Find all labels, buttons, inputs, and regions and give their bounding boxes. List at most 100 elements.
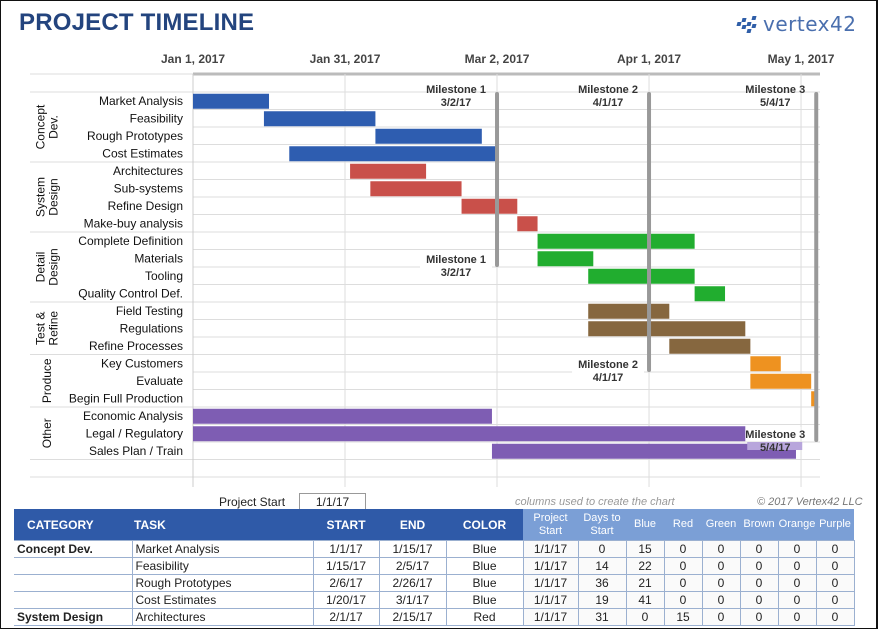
cell-project-start[interactable]: 1/1/17 [522,574,579,592]
category-label: Produce [40,358,54,403]
cell-task[interactable]: Architectures [131,608,314,626]
cell-project-start[interactable]: 1/1/17 [522,557,579,575]
category-label: Detail [34,252,48,283]
cell-green[interactable]: 0 [701,608,741,626]
task-label: Market Analysis [99,94,183,108]
milestone-label: Milestone 1 [426,84,486,96]
cell-days-to-start[interactable]: 31 [577,608,627,626]
gantt-bar [370,181,462,197]
cell-task[interactable]: Rough Prototypes [131,574,314,592]
cell-orange[interactable]: 0 [777,608,817,626]
table-row: Cost Estimates 1/20/17 3/1/17 Blue 1/1/17 19 4… [14,591,855,609]
task-label: Refine Design [108,199,183,213]
cell-project-start[interactable]: 1/1/17 [522,608,579,626]
cell-days-to-start[interactable]: 19 [577,591,627,609]
cell-color[interactable]: Blue [445,591,524,609]
cell-red[interactable]: 0 [663,557,703,575]
milestone-date: 5/4/17 [760,442,791,454]
cell-color[interactable]: Red [445,608,524,626]
milestone-label: Milestone 3 [745,429,805,441]
cell-days-to-start[interactable]: 0 [577,540,627,558]
task-table: CATEGORY TASK START END COLOR Project Sta… [14,509,855,626]
cell-category[interactable] [14,591,133,609]
cell-green[interactable]: 0 [701,574,741,592]
task-label: Make-buy analysis [84,217,183,231]
cell-blue[interactable]: 0 [625,608,665,626]
gantt-bar [669,338,751,354]
milestone-date: 4/1/17 [593,97,624,109]
gantt-bar [588,321,746,337]
table-header-row: CATEGORY TASK START END COLOR Project Sta… [14,509,854,541]
cell-days-to-start[interactable]: 36 [577,574,627,592]
gantt-bar [750,373,812,389]
cell-green[interactable]: 0 [701,591,741,609]
category-label: Refine [47,311,61,346]
cell-start[interactable]: 2/6/17 [312,574,380,592]
cell-start[interactable]: 1/1/17 [312,540,380,558]
cell-color[interactable]: Blue [445,557,524,575]
cell-blue[interactable]: 41 [625,591,665,609]
cell-brown[interactable]: 0 [739,557,779,575]
cell-red[interactable]: 0 [663,574,703,592]
table-row: Concept Dev. Market Analysis 1/1/17 1/15/17… [14,540,855,558]
cell-task[interactable]: Market Analysis [131,540,314,558]
cell-project-start[interactable]: 1/1/17 [522,591,579,609]
cell-task[interactable]: Cost Estimates [131,591,314,609]
cell-category[interactable] [14,557,133,575]
cell-purple[interactable]: 0 [815,557,855,575]
cell-purple[interactable]: 0 [815,591,855,609]
cell-blue[interactable]: 15 [625,540,665,558]
cell-project-start[interactable]: 1/1/17 [522,540,579,558]
header-orange: Orange [778,509,816,541]
cell-orange[interactable]: 0 [777,557,817,575]
cell-orange[interactable]: 0 [777,540,817,558]
milestone-date: 3/2/17 [441,267,472,279]
cell-end[interactable]: 2/5/17 [378,557,447,575]
task-label: Key Customers [101,357,183,371]
cell-red[interactable]: 0 [663,591,703,609]
cell-category[interactable]: System Design [14,608,133,626]
cell-brown[interactable]: 0 [739,540,779,558]
cell-end[interactable]: 3/1/17 [378,591,447,609]
gantt-bar [263,111,376,127]
cell-end[interactable]: 1/15/17 [378,540,447,558]
task-label: Economic Analysis [83,409,183,423]
task-label: Evaluate [136,374,183,388]
cell-purple[interactable]: 0 [815,574,855,592]
cell-purple[interactable]: 0 [815,608,855,626]
cell-green[interactable]: 0 [701,540,741,558]
cell-green[interactable]: 0 [701,557,741,575]
cell-category[interactable]: Concept Dev. [14,540,133,558]
cell-blue[interactable]: 21 [625,574,665,592]
cell-task[interactable]: Feasibility [131,557,314,575]
cell-blue[interactable]: 22 [625,557,665,575]
cell-purple[interactable]: 0 [815,540,855,558]
cell-end[interactable]: 2/26/17 [378,574,447,592]
category-label: System [34,177,48,217]
gantt-bar [461,198,518,214]
header-category: CATEGORY [14,509,132,541]
cell-brown[interactable]: 0 [739,591,779,609]
cell-days-to-start[interactable]: 14 [577,557,627,575]
cell-end[interactable]: 2/15/17 [378,608,447,626]
category-label: Design [47,248,61,285]
milestone-label: Milestone 1 [426,254,486,266]
category-label: Dev. [47,115,61,139]
cell-brown[interactable]: 0 [739,574,779,592]
cell-red[interactable]: 0 [663,540,703,558]
cell-start[interactable]: 1/20/17 [312,591,380,609]
cell-start[interactable]: 2/1/17 [312,608,380,626]
cell-category[interactable] [14,574,133,592]
project-start-label: Project Start [219,495,286,509]
task-label: Materials [134,252,183,266]
cell-orange[interactable]: 0 [777,574,817,592]
milestone-date: 3/2/17 [441,97,472,109]
cell-red[interactable]: 15 [663,608,703,626]
cell-start[interactable]: 1/15/17 [312,557,380,575]
task-label: Sales Plan / Train [89,444,183,458]
cell-brown[interactable]: 0 [739,608,779,626]
cell-color[interactable]: Blue [445,574,524,592]
cell-orange[interactable]: 0 [777,591,817,609]
header-purple: Purple [816,509,854,541]
cell-color[interactable]: Blue [445,540,524,558]
